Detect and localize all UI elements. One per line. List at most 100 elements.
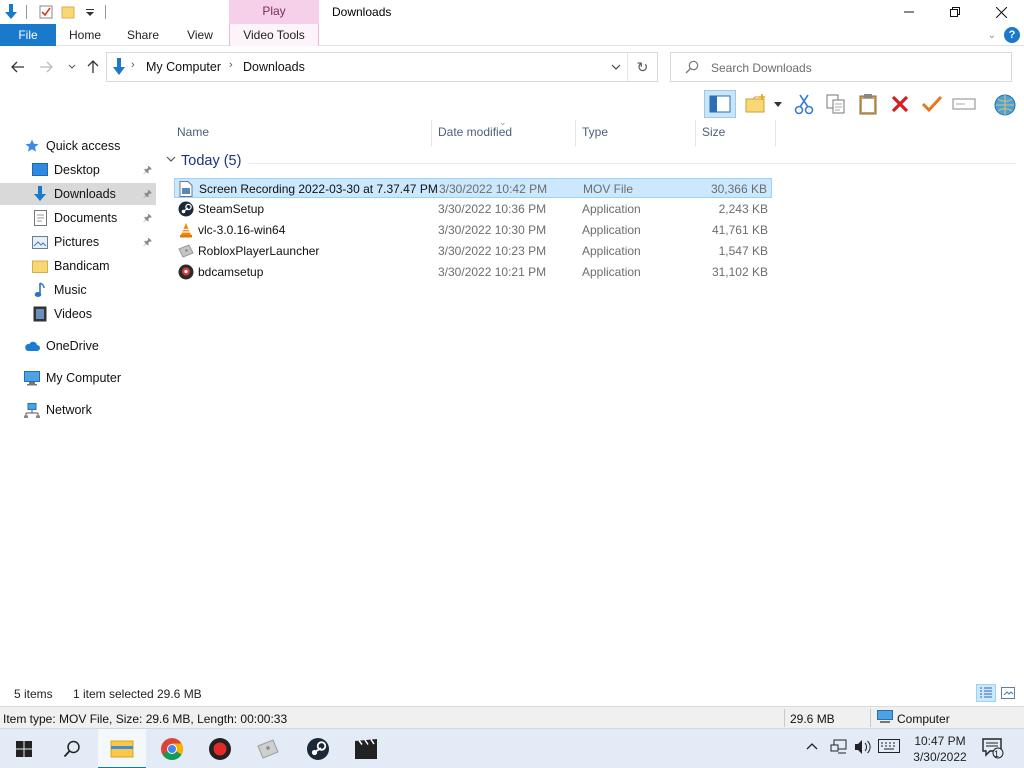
roblox-icon <box>178 243 194 259</box>
customize-toolbar-chevron-icon[interactable] <box>79 1 101 23</box>
sidebar-item-label: Quick access <box>46 139 121 153</box>
forward-arrow-icon[interactable] <box>36 57 56 77</box>
paste-clipboard-icon[interactable] <box>854 90 882 118</box>
tab-home[interactable]: Home <box>62 24 108 46</box>
film-icon <box>32 306 48 322</box>
file-row[interactable]: RobloxPlayerLauncher 3/30/2022 10:23 PM … <box>174 241 772 261</box>
sidebar-item-label: Network <box>46 403 92 417</box>
column-header-name[interactable]: Name <box>177 122 209 144</box>
sidebar-item-network[interactable]: Network <box>0 399 156 421</box>
new-folder-icon[interactable] <box>742 90 770 118</box>
properties-icon[interactable] <box>35 1 57 23</box>
sidebar-item-music[interactable]: Music <box>0 279 156 301</box>
pin-icon[interactable]: 🖈 <box>143 163 152 180</box>
search-input[interactable]: Search Downloads <box>711 61 812 75</box>
tab-share[interactable]: Share <box>120 24 166 46</box>
column-divider[interactable] <box>431 120 432 146</box>
cut-scissors-icon[interactable] <box>790 90 818 118</box>
music-note-icon <box>32 282 48 298</box>
sidebar-item-documents[interactable]: Documents 🖈 <box>0 207 156 229</box>
breadcrumb-my-computer[interactable]: My Computer <box>146 60 221 74</box>
large-icons-view-icon[interactable] <box>998 684 1018 702</box>
details-view-icon[interactable] <box>976 684 996 702</box>
file-date: 3/30/2022 10:21 PM <box>438 265 547 279</box>
help-icon[interactable]: ? <box>1004 27 1020 43</box>
search-box[interactable]: Search Downloads <box>670 52 1012 82</box>
expand-ribbon-chevron-icon[interactable]: ⌄ <box>988 30 996 41</box>
roblox-icon[interactable] <box>244 729 292 768</box>
group-header-today[interactable]: Today (5) <box>166 152 1016 174</box>
sidebar-item-videos[interactable]: Videos <box>0 303 156 325</box>
address-bar[interactable]: › My Computer › Downloads ↻ <box>106 52 658 82</box>
tab-video-tools[interactable]: Video Tools <box>229 24 319 46</box>
close-button[interactable] <box>978 0 1024 24</box>
sidebar-item-downloads[interactable]: Downloads 🖈 <box>0 183 156 205</box>
search-icon[interactable] <box>48 729 96 768</box>
bandicam-record-icon[interactable] <box>196 729 244 768</box>
start-button[interactable] <box>0 729 48 768</box>
file-name: SteamSetup <box>198 202 265 216</box>
notification-center-icon[interactable] <box>982 737 1004 762</box>
network-tray-icon[interactable] <box>830 739 848 758</box>
volume-icon[interactable] <box>854 739 872 758</box>
file-name: RobloxPlayerLauncher <box>198 244 320 258</box>
pin-icon[interactable]: 🖈 <box>143 187 152 204</box>
play-context-tab[interactable]: Play <box>229 0 319 24</box>
steam-icon <box>178 201 194 217</box>
preview-pane-icon[interactable] <box>704 90 736 118</box>
column-header-type[interactable]: Type <box>582 122 608 144</box>
keyboard-icon[interactable] <box>878 739 900 756</box>
sidebar-item-bandicam[interactable]: Bandicam <box>0 255 156 277</box>
rename-icon[interactable] <box>950 90 978 118</box>
pin-icon[interactable]: 🖈 <box>143 211 152 228</box>
sidebar-item-quick-access[interactable]: Quick access <box>0 135 156 157</box>
chrome-icon[interactable] <box>148 729 196 768</box>
back-arrow-icon[interactable] <box>8 57 28 77</box>
recent-locations-chevron-icon[interactable] <box>62 57 82 77</box>
sidebar-item-desktop[interactable]: Desktop 🖈 <box>0 159 156 181</box>
download-arrow-icon <box>111 58 127 79</box>
show-hidden-icons-chevron-icon[interactable] <box>806 739 818 753</box>
column-header-size[interactable]: Size <box>702 122 725 144</box>
sidebar-item-label: Bandicam <box>54 259 110 273</box>
globe-shell-icon[interactable] <box>990 90 1020 118</box>
file-type: Application <box>582 202 641 216</box>
system-clock[interactable]: 10:47 PM 3/30/2022 <box>906 733 974 765</box>
ribbon-controls: ⌄ ? <box>988 24 1020 46</box>
restore-button[interactable] <box>932 0 978 24</box>
breadcrumb-separator-icon[interactable]: › <box>229 59 233 71</box>
tab-view[interactable]: View <box>178 24 222 46</box>
file-row[interactable]: bdcamsetup 3/30/2022 10:21 PM Applicatio… <box>174 262 772 282</box>
pictures-icon <box>32 234 48 250</box>
checkmark-icon[interactable] <box>918 90 946 118</box>
video-editor-clapper-icon[interactable] <box>342 729 390 768</box>
sidebar-item-pictures[interactable]: Pictures 🖈 <box>0 231 156 253</box>
sidebar-item-my-computer[interactable]: My Computer <box>0 367 156 389</box>
copy-icon[interactable] <box>822 90 850 118</box>
file-type: MOV File <box>583 182 634 196</box>
column-divider[interactable] <box>775 120 776 146</box>
status-divider <box>870 709 871 727</box>
tab-file[interactable]: File <box>0 24 56 46</box>
delete-x-icon[interactable] <box>886 90 914 118</box>
collapse-chevron-icon[interactable] <box>166 155 176 166</box>
dropdown-arrow-icon[interactable] <box>770 90 786 118</box>
breadcrumb-separator-icon[interactable]: › <box>131 59 135 71</box>
address-history-chevron-icon[interactable] <box>611 60 621 74</box>
refresh-icon[interactable]: ↻ <box>627 53 657 81</box>
minimize-button[interactable] <box>886 0 932 24</box>
file-row[interactable]: vlc-3.0.16-win64 3/30/2022 10:30 PM Appl… <box>174 220 772 240</box>
up-arrow-icon[interactable] <box>83 57 103 77</box>
column-divider[interactable] <box>575 120 576 146</box>
sidebar-item-onedrive[interactable]: OneDrive <box>0 335 156 357</box>
file-explorer-icon[interactable] <box>98 729 146 768</box>
file-row[interactable]: SteamSetup 3/30/2022 10:36 PM Applicatio… <box>174 199 772 219</box>
steam-icon[interactable] <box>294 729 342 768</box>
breadcrumb-downloads[interactable]: Downloads <box>243 60 305 74</box>
column-divider[interactable] <box>695 120 696 146</box>
pin-icon[interactable]: 🖈 <box>143 235 152 252</box>
sidebar-item-label: Music <box>54 283 87 297</box>
file-row[interactable]: Screen Recording 2022-03-30 at 7.37.47 P… <box>174 178 772 198</box>
new-folder-icon[interactable] <box>57 1 79 23</box>
desktop-icon <box>32 162 48 178</box>
